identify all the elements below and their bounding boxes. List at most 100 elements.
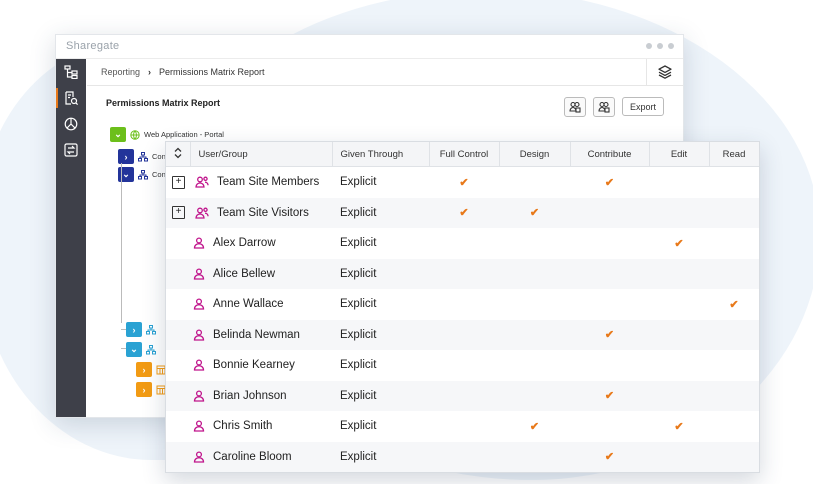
permission-cell-contribute xyxy=(570,228,649,259)
users-add-icon xyxy=(569,101,581,113)
breadcrumb-reporting[interactable]: Reporting xyxy=(101,67,140,77)
column-header-full-control[interactable]: Full Control xyxy=(429,142,500,167)
table-row[interactable]: Anne Wallace Explicit ✔ xyxy=(166,289,759,320)
permission-cell-design xyxy=(499,319,570,350)
table-row[interactable]: Belinda Newman Explicit ✔ xyxy=(166,319,759,350)
permission-cell-contribute xyxy=(570,258,649,289)
app-logo: Sharegate xyxy=(66,40,120,52)
column-header-user-group[interactable]: User/Group xyxy=(190,142,333,167)
permission-cell-read xyxy=(709,167,759,198)
column-header-design[interactable]: Design xyxy=(499,142,571,167)
permission-cell-design xyxy=(499,380,570,411)
tree-root-node[interactable]: ⌄ Web Application - Portal xyxy=(110,127,224,142)
permission-cell-contribute: ✔ xyxy=(570,319,649,350)
user-icon xyxy=(193,268,205,280)
permission-cell-read: ✔ xyxy=(709,289,759,320)
expand-toggle[interactable]: › xyxy=(136,362,152,377)
permission-cell-edit xyxy=(649,167,709,198)
permission-cell-design xyxy=(499,228,570,259)
permission-cell-design xyxy=(499,258,570,289)
permission-cell-read xyxy=(709,380,759,411)
permission-cell-edit: ✔ xyxy=(649,228,709,259)
check-icon: ✔ xyxy=(604,390,615,403)
given-through-cell: Explicit xyxy=(332,197,429,228)
check-icon: ✔ xyxy=(529,207,540,220)
table-row[interactable]: Alice Bellew Explicit xyxy=(166,258,759,289)
globe-icon xyxy=(130,129,140,140)
tree-connector xyxy=(121,163,122,323)
tree-node-subsite[interactable]: › xyxy=(126,322,156,337)
tree-node-subsite[interactable]: ⌄ xyxy=(126,342,156,357)
permission-cell-full-control: ✔ xyxy=(429,197,499,228)
sidebar-item-analytics[interactable] xyxy=(56,111,86,137)
user-group-name: Anne Wallace xyxy=(213,298,284,311)
expand-toggle[interactable]: › xyxy=(136,382,152,397)
user-group-cell: Caroline Bloom xyxy=(166,441,332,472)
column-header-given-through[interactable]: Given Through xyxy=(332,142,430,167)
table-row[interactable]: Alex Darrow Explicit ✔ xyxy=(166,228,759,259)
collapse-toggle[interactable]: ⌄ xyxy=(110,127,126,142)
table-row[interactable]: + Team Site Members Explicit ✔ ✔ xyxy=(166,167,759,198)
window-controls[interactable] xyxy=(646,43,674,49)
tree-node-site[interactable]: ⌄ Con xyxy=(118,167,166,182)
tree-node-site[interactable]: › Con xyxy=(118,149,166,164)
report-search-icon xyxy=(65,91,78,105)
permission-cell-read xyxy=(709,197,759,228)
user-group-name: Team Site Members xyxy=(217,176,320,189)
tree-node-list[interactable]: › xyxy=(136,362,166,377)
given-through-cell: Explicit xyxy=(340,237,377,250)
column-header-edit[interactable]: Edit xyxy=(649,142,710,167)
remove-user-button[interactable] xyxy=(593,97,615,117)
sidebar-item-hierarchy[interactable] xyxy=(56,59,86,85)
permission-cell-full-control: ✔ xyxy=(429,167,499,198)
expand-group-icon[interactable]: + xyxy=(172,206,185,220)
permission-cell-read xyxy=(709,411,759,442)
permission-cell-read xyxy=(709,441,759,472)
tree-node-list[interactable]: › xyxy=(136,382,166,397)
check-icon: ✔ xyxy=(459,207,469,220)
window-dot[interactable] xyxy=(657,43,663,49)
add-user-button[interactable] xyxy=(564,97,586,117)
given-through-cell: Explicit xyxy=(340,298,377,311)
table-row[interactable]: + Team Site Visitors Explicit ✔ ✔ xyxy=(166,197,759,228)
sidebar-item-reports[interactable] xyxy=(56,85,86,111)
expand-group-icon[interactable]: + xyxy=(172,175,185,189)
collapse-toggle[interactable]: ⌄ xyxy=(126,342,142,357)
user-group-cell: + Team Site Members xyxy=(166,167,332,198)
users-remove-icon xyxy=(598,101,610,113)
swap-icon xyxy=(64,143,78,157)
grid-header-row: User/Group Given Through Full Control De… xyxy=(166,142,759,167)
user-group-cell: + Team Site Visitors xyxy=(166,197,332,228)
user-icon xyxy=(193,329,205,341)
check-icon: ✔ xyxy=(729,298,739,311)
permission-cell-edit xyxy=(649,350,709,381)
tree-node-label: Con xyxy=(152,152,166,161)
check-icon: ✔ xyxy=(674,237,684,250)
given-through-cell: Explicit xyxy=(340,176,377,189)
permission-cell-design: ✔ xyxy=(499,197,570,228)
check-icon: ✔ xyxy=(674,420,684,433)
column-header-contribute[interactable]: Contribute xyxy=(570,142,650,167)
breadcrumb-current: Permissions Matrix Report xyxy=(159,67,265,77)
tree-node-label: Con xyxy=(152,170,166,179)
breadcrumb: Reporting › Permissions Matrix Report xyxy=(87,59,683,86)
export-button[interactable]: Export xyxy=(622,97,664,116)
collapse-all-button[interactable] xyxy=(166,142,191,167)
permission-cell-full-control xyxy=(429,258,499,289)
group-icon xyxy=(195,176,209,188)
permission-cell-full-control xyxy=(429,319,499,350)
expand-toggle[interactable]: › xyxy=(118,149,134,164)
window-dot[interactable] xyxy=(646,43,652,49)
user-group-cell: Alice Bellew xyxy=(166,258,332,289)
table-row[interactable]: Chris Smith Explicit ✔ ✔ xyxy=(166,411,759,442)
sidebar-item-migrate[interactable] xyxy=(56,137,86,163)
table-row[interactable]: Brian Johnson Explicit ✔ xyxy=(166,380,759,411)
window-dot[interactable] xyxy=(668,43,674,49)
given-through-cell: Explicit xyxy=(340,420,377,433)
permission-cell-read xyxy=(709,350,759,381)
expand-toggle[interactable]: › xyxy=(126,322,142,337)
layers-button[interactable] xyxy=(646,59,683,85)
table-row[interactable]: Bonnie Kearney Explicit xyxy=(166,350,759,381)
table-row[interactable]: Caroline Bloom Explicit ✔ xyxy=(166,441,759,472)
column-header-read[interactable]: Read xyxy=(709,142,759,167)
